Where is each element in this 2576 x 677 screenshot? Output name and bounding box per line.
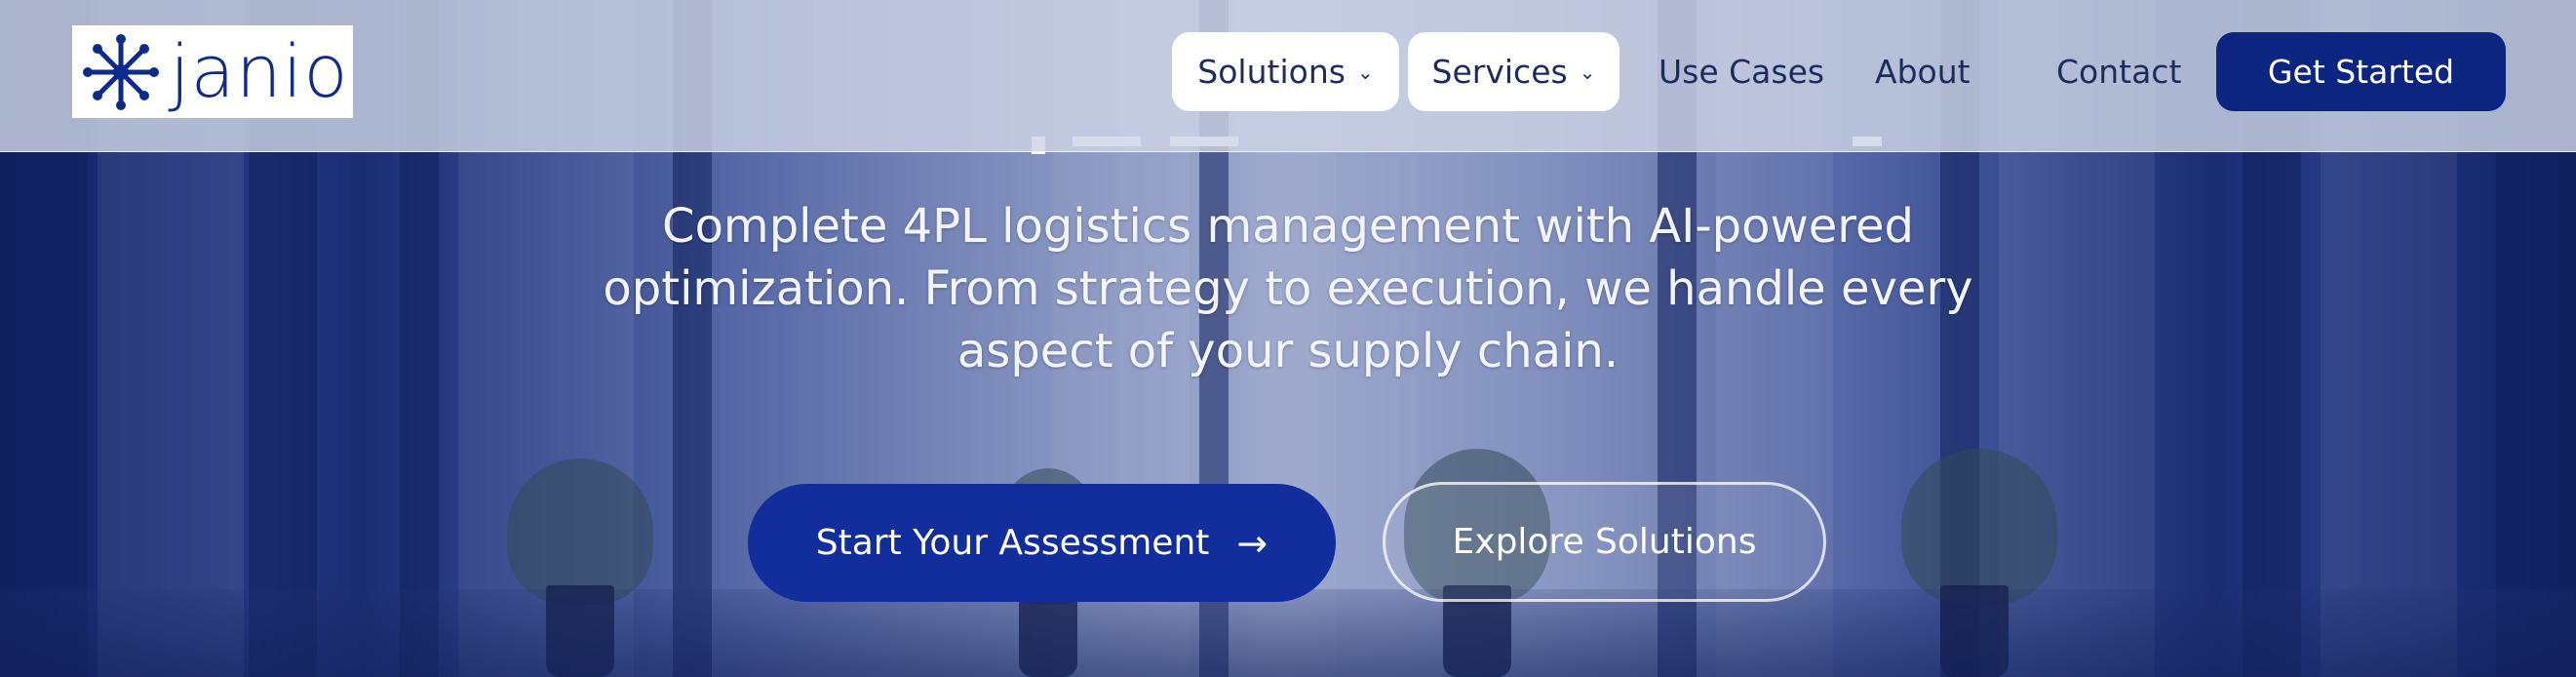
nav-solutions-dropdown[interactable]: Solutions ⌄ — [1172, 32, 1399, 111]
chevron-down-icon: ⌄ — [1356, 60, 1374, 84]
start-assessment-button[interactable]: Start Your Assessment → — [748, 484, 1336, 602]
arrow-right-icon: → — [1236, 521, 1268, 565]
chevron-down-icon: ⌄ — [1579, 60, 1596, 84]
nav-about-link[interactable]: About — [1875, 32, 1971, 111]
nav-services-dropdown[interactable]: Services ⌄ — [1408, 32, 1620, 111]
start-assessment-label: Start Your Assessment — [815, 523, 1210, 563]
nav-use-cases-link[interactable]: Use Cases — [1659, 32, 1824, 111]
get-started-button[interactable]: Get Started — [2216, 32, 2506, 111]
hero-subtitle: Complete 4PL logistics management with A… — [603, 199, 1973, 378]
site-header: janio Solutions ⌄ Services ⌄ Use Cases A… — [0, 0, 2576, 152]
starburst-icon — [83, 33, 159, 110]
nav-solutions-label: Solutions — [1197, 53, 1346, 91]
nav-services-label: Services — [1431, 53, 1568, 91]
nav-contact-link[interactable]: Contact — [2056, 32, 2181, 111]
brand-name: janio — [170, 29, 349, 114]
explore-solutions-button[interactable]: Explore Solutions — [1383, 482, 1826, 602]
logo[interactable]: janio — [72, 25, 353, 118]
